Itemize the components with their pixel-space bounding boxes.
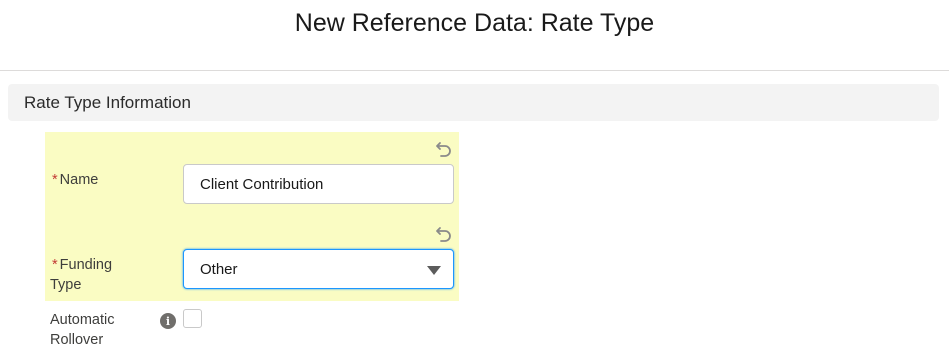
section-header[interactable]: Rate Type Information	[8, 84, 939, 121]
chevron-down-icon	[427, 266, 441, 275]
undo-icon[interactable]	[434, 138, 454, 158]
info-icon[interactable]: i	[160, 313, 176, 329]
funding-type-value: Other	[200, 260, 238, 278]
required-marker: *	[52, 172, 58, 188]
funding-type-label-line2: Type	[50, 277, 82, 293]
section-title: Rate Type Information	[24, 92, 191, 112]
funding-type-label: * Funding	[52, 255, 112, 275]
required-marker: *	[52, 257, 58, 273]
funding-type-label-line1: Funding	[59, 257, 113, 273]
funding-type-select[interactable]: Other	[183, 249, 454, 289]
modal-header: New Reference Data: Rate Type	[0, 0, 949, 71]
name-label: * Name	[52, 170, 98, 190]
modal-title: New Reference Data: Rate Type	[294, 9, 655, 38]
automatic-rollover-label-line1: Automatic	[50, 312, 115, 328]
name-input[interactable]	[183, 164, 454, 204]
undo-icon[interactable]	[434, 223, 454, 243]
name-label-text: Name	[59, 172, 99, 188]
automatic-rollover-label-line2: Rollover	[50, 332, 104, 348]
automatic-rollover-checkbox[interactable]	[183, 309, 202, 328]
